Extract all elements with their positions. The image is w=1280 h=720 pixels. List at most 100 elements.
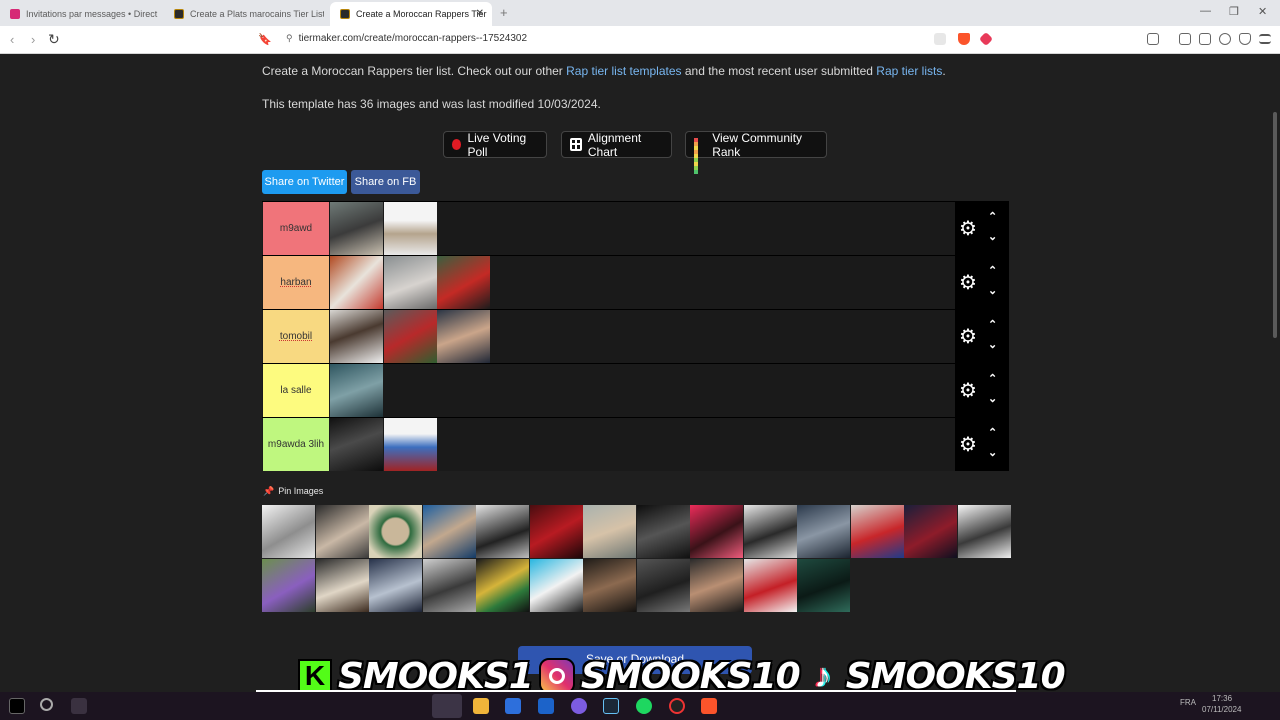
site-info-icon[interactable]: ⚲ xyxy=(286,33,293,43)
tier-label[interactable]: la salle xyxy=(263,364,329,417)
language-indicator[interactable]: FRA xyxy=(1180,698,1196,707)
rapper-image[interactable] xyxy=(330,202,383,255)
rapper-image[interactable] xyxy=(330,364,383,417)
rapper-image[interactable] xyxy=(637,559,690,612)
tab-close-icon[interactable]: ✕ xyxy=(476,8,484,19)
rapper-image[interactable] xyxy=(316,505,369,558)
move-up-icon[interactable]: ⌃ xyxy=(988,318,997,331)
reload-icon[interactable]: ↻ xyxy=(48,31,60,48)
rapper-image[interactable] xyxy=(530,559,583,612)
move-up-icon[interactable]: ⌃ xyxy=(988,426,997,439)
forward-icon[interactable]: › xyxy=(31,32,35,47)
rapper-image[interactable] xyxy=(744,505,797,558)
obs-icon[interactable] xyxy=(669,698,685,714)
tier-settings-gear-icon[interactable]: ⚙ xyxy=(959,435,977,455)
close-window-icon[interactable]: ✕ xyxy=(1258,5,1267,18)
search-icon[interactable] xyxy=(40,698,53,711)
rapper-image[interactable] xyxy=(690,505,743,558)
tab-moroccan-rappers[interactable]: Create a Moroccan Rappers Tier ✕ xyxy=(330,2,492,26)
spotify-icon[interactable] xyxy=(636,698,652,714)
pin-images-toggle[interactable]: 📌 Pin Images xyxy=(263,486,323,497)
leo-ai-icon[interactable] xyxy=(1219,33,1231,45)
rapper-image[interactable] xyxy=(330,418,383,471)
maximize-icon[interactable]: ❐ xyxy=(1229,5,1239,18)
share-twitter-button[interactable]: Share on Twitter xyxy=(262,170,347,194)
rapper-image[interactable] xyxy=(369,505,422,558)
view-community-rank-button[interactable]: View Community Rank xyxy=(685,131,827,174)
rapper-image[interactable] xyxy=(958,505,1011,558)
edge-taskbar-icon[interactable] xyxy=(432,694,462,718)
alignment-chart-button[interactable]: Alignment Chart xyxy=(561,131,672,159)
rapper-image[interactable] xyxy=(637,505,690,558)
tab-instagram-direct[interactable]: Invitations par messages • Direct xyxy=(0,2,160,26)
rapper-image[interactable] xyxy=(384,202,437,255)
minimize-icon[interactable]: — xyxy=(1200,5,1211,17)
rapper-image[interactable] xyxy=(423,559,476,612)
url-field[interactable]: ⚲ tiermaker.com/create/moroccan-rappers--… xyxy=(286,33,527,44)
back-icon[interactable]: ‹ xyxy=(10,32,14,47)
rapper-image[interactable] xyxy=(530,505,583,558)
rapper-image[interactable] xyxy=(476,505,529,558)
tier-settings-gear-icon[interactable]: ⚙ xyxy=(959,273,977,293)
steam-icon[interactable] xyxy=(603,698,619,714)
bookmark-icon[interactable]: 🔖 xyxy=(258,33,272,46)
tier-label[interactable]: tomobil xyxy=(263,310,329,363)
tier-settings-gear-icon[interactable]: ⚙ xyxy=(959,219,977,239)
rapper-image[interactable] xyxy=(330,310,383,363)
rapper-image[interactable] xyxy=(851,505,904,558)
wallet-icon[interactable] xyxy=(1199,33,1211,45)
start-icon[interactable] xyxy=(9,698,25,714)
new-tab-icon[interactable]: + xyxy=(500,5,508,20)
rapper-image[interactable] xyxy=(744,559,797,612)
rapper-image[interactable] xyxy=(797,559,850,612)
rapper-image[interactable] xyxy=(476,559,529,612)
translate-icon[interactable] xyxy=(934,33,946,45)
store-icon[interactable] xyxy=(505,698,521,714)
tier-label[interactable]: m9awd xyxy=(263,202,329,255)
menu-icon[interactable] xyxy=(1259,34,1271,44)
rapper-image[interactable] xyxy=(437,310,490,363)
rapper-image[interactable] xyxy=(583,505,636,558)
brave-rewards-icon[interactable] xyxy=(978,31,994,47)
rapper-image[interactable] xyxy=(904,505,957,558)
rapper-image[interactable] xyxy=(384,256,437,309)
rapper-image[interactable] xyxy=(262,505,315,558)
rapper-image[interactable] xyxy=(437,256,490,309)
move-up-icon[interactable]: ⌃ xyxy=(988,264,997,277)
rapper-image[interactable] xyxy=(583,559,636,612)
rap-tier-lists-link[interactable]: Rap tier lists xyxy=(876,64,942,78)
share-fb-button[interactable]: Share on FB xyxy=(351,170,420,194)
rapper-image[interactable] xyxy=(384,310,437,363)
tier-label[interactable]: m9awda 3lih xyxy=(263,418,329,471)
tier-label[interactable]: harban xyxy=(263,256,329,309)
rapper-image[interactable] xyxy=(316,559,369,612)
rapper-image[interactable] xyxy=(330,256,383,309)
move-down-icon[interactable]: ⌄ xyxy=(988,284,997,297)
brave-shields-icon[interactable] xyxy=(958,33,970,45)
tier-settings-gear-icon[interactable]: ⚙ xyxy=(959,381,977,401)
rap-templates-link[interactable]: Rap tier list templates xyxy=(566,64,681,78)
rapper-image[interactable] xyxy=(262,559,315,612)
rapper-image[interactable] xyxy=(384,418,437,471)
move-down-icon[interactable]: ⌄ xyxy=(988,338,997,351)
brave-icon[interactable] xyxy=(701,698,717,714)
rapper-image[interactable] xyxy=(423,505,476,558)
clock-time[interactable]: 17:36 xyxy=(1212,694,1232,703)
move-up-icon[interactable]: ⌃ xyxy=(988,210,997,223)
split-view-icon[interactable] xyxy=(1179,33,1191,45)
rapper-image[interactable] xyxy=(690,559,743,612)
vpn-icon[interactable] xyxy=(1239,33,1251,45)
outlook-icon[interactable] xyxy=(538,698,554,714)
task-view-icon[interactable] xyxy=(71,698,87,714)
move-down-icon[interactable]: ⌄ xyxy=(988,392,997,405)
move-up-icon[interactable]: ⌃ xyxy=(988,372,997,385)
tab-plats-marocains[interactable]: Create a Plats marocains Tier List - Ti xyxy=(164,2,324,26)
tier-settings-gear-icon[interactable]: ⚙ xyxy=(959,327,977,347)
move-down-icon[interactable]: ⌄ xyxy=(988,230,997,243)
rapper-image[interactable] xyxy=(797,505,850,558)
live-voting-poll-button[interactable]: Live Voting Poll xyxy=(443,131,547,159)
sidebar-toggle-icon[interactable] xyxy=(1147,33,1159,45)
file-explorer-icon[interactable] xyxy=(473,698,489,714)
move-down-icon[interactable]: ⌄ xyxy=(988,446,997,459)
clock-date[interactable]: 07/11/2024 xyxy=(1202,705,1241,714)
